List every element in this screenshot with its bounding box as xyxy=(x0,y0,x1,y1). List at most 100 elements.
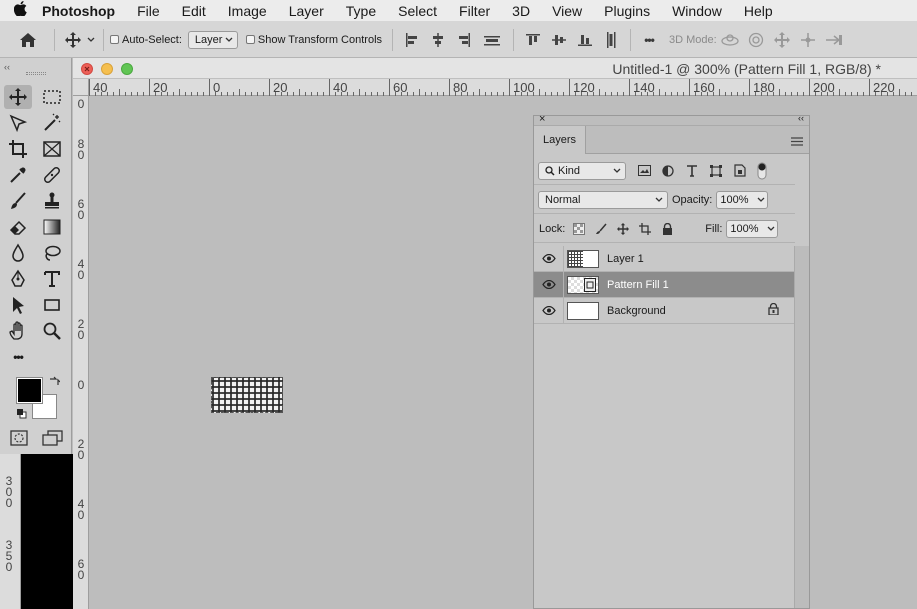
menu-photoshop[interactable]: Photoshop xyxy=(40,0,126,22)
zoom-tool[interactable] xyxy=(38,319,66,343)
minimize-window-button[interactable] xyxy=(101,63,113,75)
visibility-eye-icon[interactable] xyxy=(534,271,564,298)
path-select-tool[interactable] xyxy=(4,293,32,317)
layers-scrollbar[interactable] xyxy=(794,246,809,608)
home-icon[interactable] xyxy=(8,28,48,52)
collapse-panel-icon[interactable]: ‹‹ xyxy=(798,113,804,123)
layer-row-background[interactable]: Background xyxy=(534,297,795,324)
swap-colors-icon[interactable] xyxy=(48,376,61,391)
align-right-icon[interactable] xyxy=(451,28,477,52)
show-transform-checkbox[interactable]: Show Transform Controls xyxy=(245,34,382,46)
align-bottom-icon[interactable] xyxy=(572,28,598,52)
dodge-tool[interactable] xyxy=(38,241,66,265)
document-titlebar[interactable]: Untitled-1 @ 300% (Pattern Fill 1, RGB/8… xyxy=(73,58,917,79)
checkbox-box[interactable] xyxy=(245,35,255,44)
ruler-origin[interactable] xyxy=(73,79,89,96)
layer-name[interactable]: Background xyxy=(607,305,666,317)
menu-select[interactable]: Select xyxy=(387,0,448,22)
lock-position-icon[interactable] xyxy=(615,221,631,237)
screen-mode-icon[interactable] xyxy=(42,430,64,449)
filter-toggle-switch[interactable] xyxy=(754,162,770,179)
marquee-tool[interactable] xyxy=(38,85,66,109)
zoom-window-button[interactable] xyxy=(121,63,133,75)
layer-row-layer-1[interactable]: Layer 1 xyxy=(534,245,795,272)
menu-image[interactable]: Image xyxy=(217,0,278,22)
pen-tool[interactable] xyxy=(4,267,32,291)
collapse-icon[interactable]: ‹‹ xyxy=(4,62,10,72)
layers-panel-header[interactable]: × ‹‹ xyxy=(534,113,809,126)
hand-tool[interactable] xyxy=(4,319,32,343)
menu-window[interactable]: Window xyxy=(661,0,733,22)
menu-help[interactable]: Help xyxy=(733,0,784,22)
eraser-icon xyxy=(9,220,27,235)
align-center-h-icon[interactable] xyxy=(425,28,451,52)
more-options-icon[interactable]: ••• xyxy=(637,28,661,52)
blend-mode-dropdown[interactable]: Normal xyxy=(538,190,668,209)
distribute-icon[interactable] xyxy=(477,28,507,52)
stamp-tool[interactable] xyxy=(38,189,66,213)
menu-type[interactable]: Type xyxy=(335,0,387,22)
distribute-v-icon[interactable] xyxy=(598,28,624,52)
align-top-icon[interactable] xyxy=(520,28,546,52)
filter-type-icon[interactable] xyxy=(684,163,700,179)
close-panel-icon[interactable]: × xyxy=(539,113,545,125)
eyedropper-tool[interactable] xyxy=(4,163,32,187)
tab-layers[interactable]: Layers xyxy=(534,126,586,154)
apple-menu-icon[interactable] xyxy=(0,1,40,20)
default-colors-icon[interactable] xyxy=(17,408,27,422)
move-tool[interactable] xyxy=(4,85,32,109)
horizontal-ruler[interactable]: 40 20 0 20 40 60 80 100 120 140 160 180 … xyxy=(89,79,917,96)
move-tool-icon[interactable] xyxy=(61,28,85,52)
visibility-eye-icon[interactable] xyxy=(534,297,564,324)
layer-row-pattern-fill-1[interactable]: Pattern Fill 1 xyxy=(534,271,795,298)
rectangle-tool[interactable] xyxy=(38,293,66,317)
vertical-ruler[interactable]: 0 8 0 6 0 4 0 2 0 0 2 0 4 0 6 0 xyxy=(73,96,89,609)
filter-shape-icon[interactable] xyxy=(708,163,724,179)
kind-filter-dropdown[interactable]: Kind xyxy=(538,161,626,180)
layer-lock-icon[interactable] xyxy=(768,302,779,318)
menu-3d[interactable]: 3D xyxy=(501,0,541,22)
edit-toolbar-button[interactable]: ••• xyxy=(4,345,32,369)
align-middle-v-icon[interactable] xyxy=(546,28,572,52)
align-left-icon[interactable] xyxy=(399,28,425,52)
type-icon xyxy=(44,271,60,287)
menu-view[interactable]: View xyxy=(541,0,593,22)
foreground-color-swatch[interactable] xyxy=(16,377,43,404)
panel-grip[interactable] xyxy=(26,72,46,75)
panel-menu-icon[interactable] xyxy=(791,135,803,149)
lasso-tool[interactable] xyxy=(4,111,32,135)
frame-tool[interactable] xyxy=(38,137,66,161)
close-window-button[interactable] xyxy=(81,63,93,75)
filter-smart-object-icon[interactable] xyxy=(732,163,748,179)
lock-transparent-icon[interactable] xyxy=(571,221,587,237)
pattern-fill-selection[interactable] xyxy=(211,377,283,413)
auto-select-checkbox[interactable]: Auto-Select: xyxy=(110,34,182,46)
lock-pixels-icon[interactable] xyxy=(593,221,609,237)
healing-tool[interactable] xyxy=(38,163,66,187)
crop-tool[interactable] xyxy=(4,137,32,161)
eraser-tool[interactable] xyxy=(4,215,32,239)
filter-pixel-icon[interactable] xyxy=(636,163,652,179)
filter-adjustment-icon[interactable] xyxy=(660,163,676,179)
visibility-eye-icon[interactable] xyxy=(534,245,564,272)
type-tool[interactable] xyxy=(38,267,66,291)
layer-name[interactable]: Pattern Fill 1 xyxy=(607,279,669,291)
lock-all-icon[interactable] xyxy=(659,221,675,237)
menu-layer[interactable]: Layer xyxy=(278,0,335,22)
menu-file[interactable]: File xyxy=(126,0,171,22)
quick-mask-icon[interactable] xyxy=(10,430,28,449)
lock-artboard-icon[interactable] xyxy=(637,221,653,237)
fill-field[interactable]: 100% xyxy=(726,219,779,238)
menu-edit[interactable]: Edit xyxy=(171,0,217,22)
brush-tool[interactable] xyxy=(4,189,32,213)
checkbox-box[interactable] xyxy=(110,35,119,44)
tool-preset-chevron-icon[interactable] xyxy=(85,28,97,52)
opacity-field[interactable]: 100% xyxy=(716,190,769,209)
magic-wand-tool[interactable] xyxy=(38,111,66,135)
menu-filter[interactable]: Filter xyxy=(448,0,501,22)
auto-select-dropdown[interactable]: Layer xyxy=(187,30,238,49)
menu-plugins[interactable]: Plugins xyxy=(593,0,661,22)
gradient-tool[interactable] xyxy=(38,215,66,239)
blur-tool[interactable] xyxy=(4,241,32,265)
layer-name[interactable]: Layer 1 xyxy=(607,253,644,265)
